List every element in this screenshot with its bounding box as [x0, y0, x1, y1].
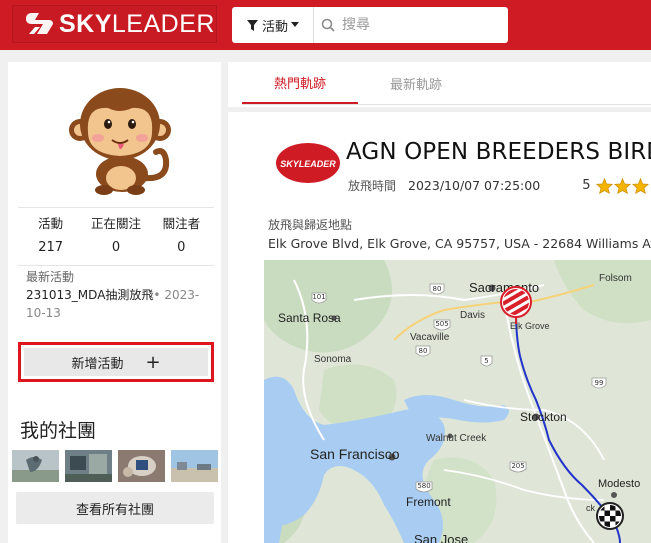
- highway-shield: 80: [429, 283, 445, 295]
- star-icon: [632, 177, 650, 194]
- recent-activity: 最新活動 231013_MDA抽測放飛• 2023-10-13: [26, 268, 216, 322]
- stat-value: 217: [38, 240, 64, 255]
- rating-value: 5: [582, 178, 591, 193]
- map-label: ck: [586, 503, 596, 513]
- tab-latest-tracks[interactable]: 最新軌跡: [358, 62, 474, 104]
- my-clubs-heading: 我的社團: [20, 420, 97, 442]
- star-icon: [596, 177, 614, 194]
- search-bar: 活動: [232, 7, 508, 43]
- route-label: 放飛與歸返地點: [268, 218, 353, 232]
- map-label: Stockton: [520, 410, 567, 424]
- highway-shield: 99: [591, 377, 607, 389]
- filter-dropdown[interactable]: 活動: [232, 7, 314, 43]
- add-activity-label: 新增活動: [71, 356, 124, 372]
- stat-value: 0: [111, 240, 121, 255]
- event-card: SKYLEADER AGN OPEN BREEDERS BIRD 放飛時間 20…: [228, 112, 651, 543]
- stat-followers[interactable]: 關注者 0: [149, 208, 214, 265]
- event-title[interactable]: AGN OPEN BREEDERS BIRD: [346, 139, 651, 165]
- shield-label: 5: [484, 357, 488, 365]
- stat-following[interactable]: 正在關注 0: [83, 208, 148, 265]
- club-thumbnail[interactable]: [171, 450, 218, 482]
- search-input[interactable]: [342, 17, 502, 33]
- shield-label: 205: [511, 462, 524, 470]
- search-icon: [314, 18, 342, 32]
- rating-stars: [596, 177, 650, 194]
- highway-shield: 505: [433, 319, 451, 331]
- map-label: Davis: [460, 310, 485, 321]
- tabs-divider: [242, 104, 651, 105]
- stat-activities[interactable]: 活動 217: [18, 208, 83, 265]
- map-label: San Jose: [414, 532, 468, 543]
- route-map[interactable]: 101 80 80 505 5 99 205 580 Sacramento Fo…: [264, 260, 651, 543]
- event-logo-text: SKYLEADER: [280, 159, 336, 169]
- shield-label: 580: [417, 482, 430, 490]
- highway-shield: 5: [480, 355, 493, 367]
- star-icon: [614, 177, 632, 194]
- recent-activity-title: 最新活動: [26, 270, 75, 284]
- recent-activity-link[interactable]: 231013_MDA抽測放飛: [26, 288, 153, 302]
- finish-marker-icon[interactable]: [596, 502, 624, 530]
- stat-value: 0: [177, 240, 186, 255]
- filter-label: 活動: [261, 19, 288, 35]
- highway-shield: 101: [311, 292, 327, 304]
- tab-popular-tracks[interactable]: 熱門軌跡: [242, 62, 358, 104]
- top-nav-bar: SKYLEADER 活動: [0, 0, 651, 50]
- caret-down-icon: [291, 22, 299, 27]
- profile-panel: 活動 217 正在關注 0 關注者 0 最新活動 231013_MDA抽測放飛•…: [8, 62, 221, 543]
- map-label: Vacaville: [410, 332, 450, 343]
- event-meta: 放飛時間 2023/10/07 07:25:00 5: [348, 177, 650, 194]
- recent-activity-separator: •: [153, 288, 165, 302]
- monkey-avatar: [69, 88, 171, 195]
- tabs-bar: 熱門軌跡 最新軌跡: [228, 62, 651, 107]
- highway-shield: 580: [415, 481, 433, 493]
- stat-label: 正在關注: [90, 216, 141, 231]
- map-label: Walnut Creek: [426, 433, 487, 444]
- add-activity-button[interactable]: 新增活動 +: [24, 348, 208, 376]
- map-label: Fremont: [406, 495, 451, 509]
- brand-name: SKYLEADER: [59, 9, 215, 38]
- club-thumbnails: [12, 450, 219, 482]
- map-label: Santa Rosa: [278, 311, 341, 325]
- club-thumbnail[interactable]: [118, 450, 165, 482]
- shield-label: 99: [595, 379, 604, 387]
- shield-label: 80: [419, 347, 428, 355]
- route-address: Elk Grove Blvd, Elk Grove, CA 95757, USA…: [268, 236, 651, 251]
- shield-label: 80: [433, 285, 442, 293]
- skyleader-logo-icon: [26, 13, 53, 34]
- view-all-clubs-button[interactable]: 查看所有社團: [16, 492, 214, 524]
- club-thumbnail[interactable]: [12, 450, 59, 482]
- event-club-logo[interactable]: SKYLEADER: [276, 143, 340, 183]
- highway-shield: 205: [509, 461, 527, 473]
- shield-label: 101: [312, 293, 325, 301]
- highway-shield: 80: [415, 345, 431, 357]
- map-label: Modesto: [598, 478, 640, 490]
- shield-label: 505: [435, 320, 448, 328]
- map-label: Folsom: [599, 273, 632, 284]
- map-label: San Francisco: [310, 446, 400, 462]
- filter-icon: [246, 19, 258, 31]
- add-activity-highlight: 新增活動 +: [18, 342, 214, 382]
- map-label: Sonoma: [314, 354, 352, 365]
- release-datetime: 2023/10/07 07:25:00: [408, 178, 541, 193]
- stat-label: 關注者: [162, 216, 201, 231]
- profile-stats: 活動 217 正在關注 0 關注者 0: [18, 207, 214, 266]
- release-time-label: 放飛時間: [348, 179, 397, 193]
- skyleader-logo[interactable]: SKYLEADER: [12, 5, 217, 43]
- club-thumbnail[interactable]: [65, 450, 112, 482]
- stat-label: 活動: [38, 216, 64, 231]
- plus-icon: +: [145, 351, 161, 373]
